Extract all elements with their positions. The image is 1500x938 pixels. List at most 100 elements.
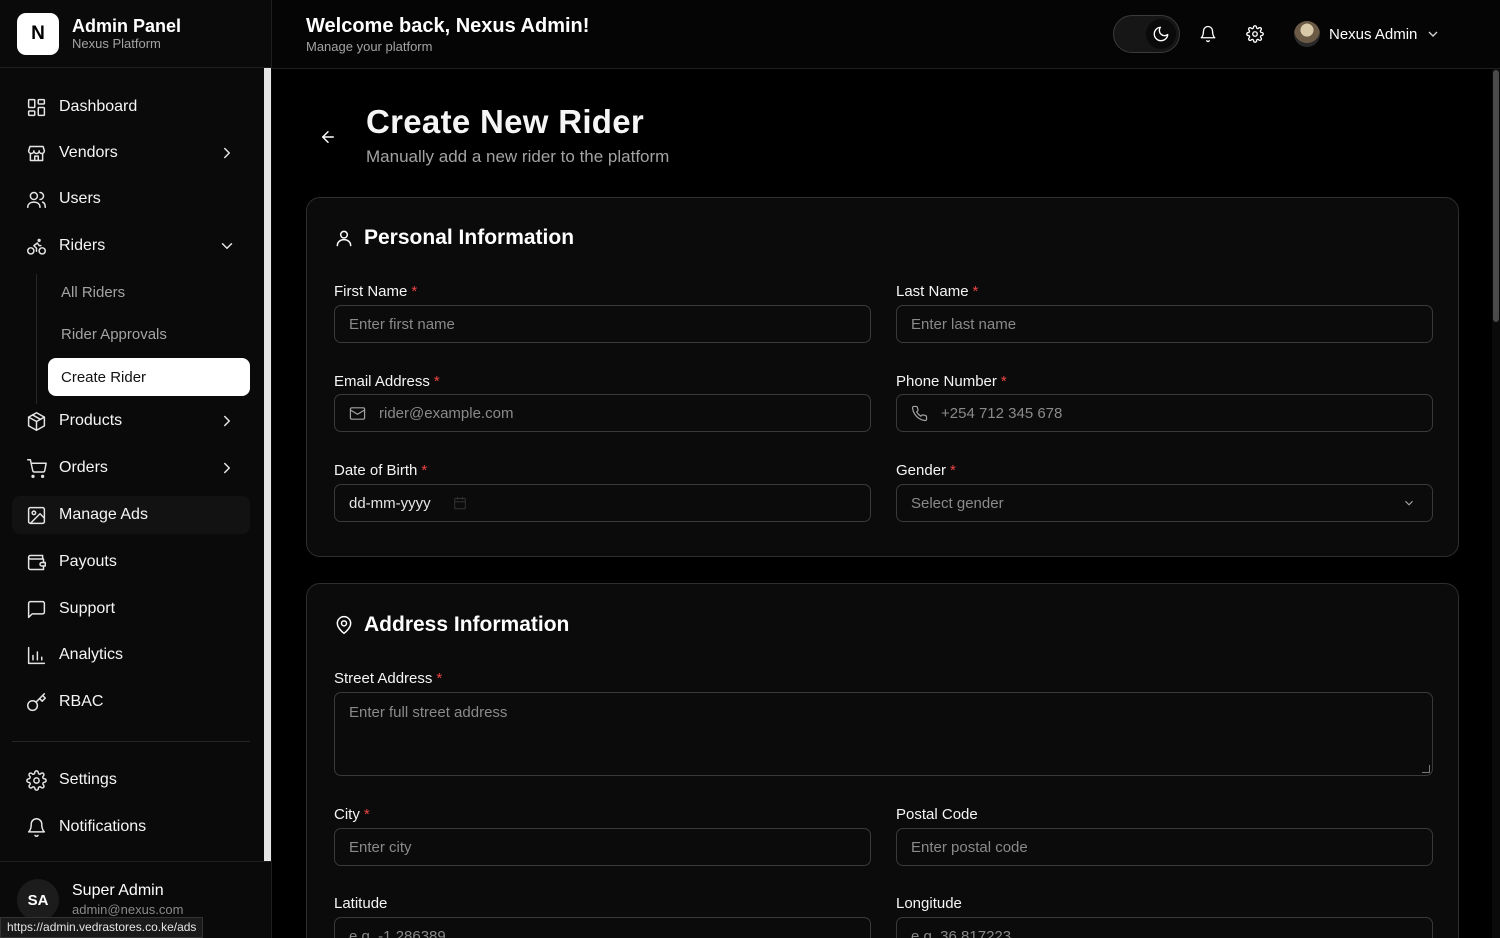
last-name-label: Last Name *: [896, 283, 979, 300]
card-header: Personal Information: [334, 226, 574, 250]
first-name-input[interactable]: Enter first name: [334, 305, 871, 343]
sidebar-item-label: RBAC: [59, 693, 104, 710]
sidebar-item-notifications[interactable]: Notifications: [12, 808, 250, 846]
message-square-icon: [25, 598, 47, 620]
chevron-right-icon: [218, 412, 236, 430]
page-scrollbar-thumb[interactable]: [1493, 70, 1499, 322]
bar-chart-icon: [25, 644, 47, 666]
store-icon: [25, 142, 47, 164]
brand-subtitle: Nexus Platform: [72, 35, 161, 51]
personal-information-card: Personal Information First Name * Enter f…: [306, 197, 1459, 557]
page-subtitle: Manually add a new rider to the platform: [366, 147, 670, 166]
sidebar-item-orders[interactable]: Orders: [12, 449, 250, 487]
postal-code-input[interactable]: Enter postal code: [896, 828, 1433, 866]
brand-logo: N: [17, 12, 59, 55]
theme-toggle[interactable]: [1113, 15, 1180, 53]
sidebar-item-rbac[interactable]: RBAC: [12, 683, 250, 721]
sidebar-subitem-create-rider[interactable]: Create Rider: [48, 358, 250, 396]
page-title: Create New Rider: [366, 103, 645, 140]
back-button[interactable]: [316, 125, 340, 149]
gear-icon: [25, 769, 47, 791]
card-title: Address Information: [364, 613, 570, 636]
sidebar-item-support[interactable]: Support: [12, 590, 250, 628]
layout-grid-icon: [25, 96, 47, 118]
top-header: Welcome back, Nexus Admin! Manage your p…: [272, 0, 1500, 69]
street-placeholder: Enter full street address: [349, 704, 508, 721]
gear-icon[interactable]: [1245, 24, 1265, 44]
cart-icon: [25, 457, 47, 479]
arrow-left-icon: [322, 131, 334, 143]
gender-label: Gender *: [896, 462, 956, 479]
user-icon: [336, 230, 352, 247]
sidebar-item-settings[interactable]: Settings: [12, 761, 250, 799]
moon-icon: [1146, 19, 1176, 49]
postal-code-label: Postal Code: [896, 806, 978, 823]
sidebar-item-manage-ads[interactable]: Manage Ads: [12, 496, 250, 534]
sidebar-item-vendors[interactable]: Vendors: [12, 134, 250, 172]
app: N Admin Panel Nexus Platform Dashboard V…: [0, 0, 1500, 938]
welcome-subtitle: Manage your platform: [306, 39, 433, 54]
sidebar: N Admin Panel Nexus Platform Dashboard V…: [0, 0, 272, 938]
first-name-label: First Name *: [334, 283, 418, 300]
sidebar-item-label: Manage Ads: [59, 506, 148, 523]
brand-title: Admin Panel: [72, 15, 182, 36]
sidebar-item-label: Riders: [59, 237, 106, 254]
email-placeholder: rider@example.com: [379, 404, 514, 422]
avatar: SA: [17, 879, 59, 921]
sidebar-divider: [12, 741, 250, 742]
brand[interactable]: N Admin Panel Nexus Platform: [0, 0, 271, 68]
latitude-label: Latitude: [334, 895, 388, 912]
welcome-title: Welcome back, Nexus Admin!: [306, 15, 590, 37]
city-input[interactable]: Enter city: [334, 828, 871, 866]
bell-icon[interactable]: [1198, 24, 1218, 44]
key-icon: [25, 691, 47, 713]
sidebar-scrollbar-thumb[interactable]: [264, 68, 271, 861]
street-address-textarea[interactable]: Enter full street address: [334, 692, 1433, 776]
sidebar-item-label: Payouts: [59, 553, 117, 570]
profile-menu[interactable]: Nexus Admin: [1294, 20, 1441, 48]
sidebar-item-label: Products: [59, 412, 123, 429]
wallet-icon: [25, 551, 47, 573]
card-header: Address Information: [334, 613, 569, 637]
browser-status-url: https://admin.vedrastores.co.ke/ads: [0, 917, 204, 938]
map-pin-icon: [336, 615, 352, 635]
sidebar-item-payouts[interactable]: Payouts: [12, 543, 250, 581]
submenu-guide-line: [36, 274, 37, 404]
email-field[interactable]: rider@example.com: [334, 394, 871, 432]
sidebar-item-label: Settings: [59, 771, 117, 788]
sidebar-subitem-all-riders[interactable]: All Riders: [48, 273, 250, 311]
phone-placeholder: +254 712 345 678: [941, 404, 1063, 422]
longitude-input[interactable]: e.g. 36.817223: [896, 917, 1433, 938]
sidebar-item-dashboard[interactable]: Dashboard: [12, 88, 250, 126]
sidebar-item-label: Dashboard: [59, 98, 138, 115]
address-information-card: Address Information Street Address * Ente…: [306, 583, 1459, 938]
phone-label: Phone Number *: [896, 373, 1007, 390]
avatar: [1294, 21, 1320, 47]
chevron-down-icon: [1402, 496, 1416, 510]
date-of-birth-input[interactable]: dd-mm-yyyy: [334, 484, 871, 522]
sidebar-subitem-rider-approvals[interactable]: Rider Approvals: [48, 315, 250, 353]
resize-handle[interactable]: [1422, 765, 1430, 773]
sidebar-item-label: Vendors: [59, 144, 118, 161]
chevron-right-icon: [218, 459, 236, 477]
sidebar-item-riders[interactable]: Riders: [12, 227, 250, 265]
sidebar-item-label: Support: [59, 600, 116, 617]
city-label: City *: [334, 806, 370, 823]
sidebar-item-label: Orders: [59, 459, 108, 476]
profile-name: Nexus Admin: [1329, 25, 1418, 43]
gender-select[interactable]: Select gender: [896, 484, 1433, 522]
phone-field[interactable]: +254 712 345 678: [896, 394, 1433, 432]
package-icon: [25, 410, 47, 432]
latitude-input[interactable]: e.g. -1.286389: [334, 917, 871, 938]
current-user-name: Super Admin: [72, 882, 164, 899]
dob-label: Date of Birth *: [334, 462, 428, 479]
sidebar-item-users[interactable]: Users: [12, 180, 250, 218]
sidebar-item-products[interactable]: Products: [12, 402, 250, 440]
phone-icon: [911, 404, 929, 422]
sidebar-item-analytics[interactable]: Analytics: [12, 636, 250, 674]
calendar-icon[interactable]: [453, 496, 467, 510]
sidebar-item-label: Users: [59, 190, 101, 207]
last-name-input[interactable]: Enter last name: [896, 305, 1433, 343]
chevron-right-icon: [218, 144, 236, 162]
mail-icon: [349, 404, 367, 422]
